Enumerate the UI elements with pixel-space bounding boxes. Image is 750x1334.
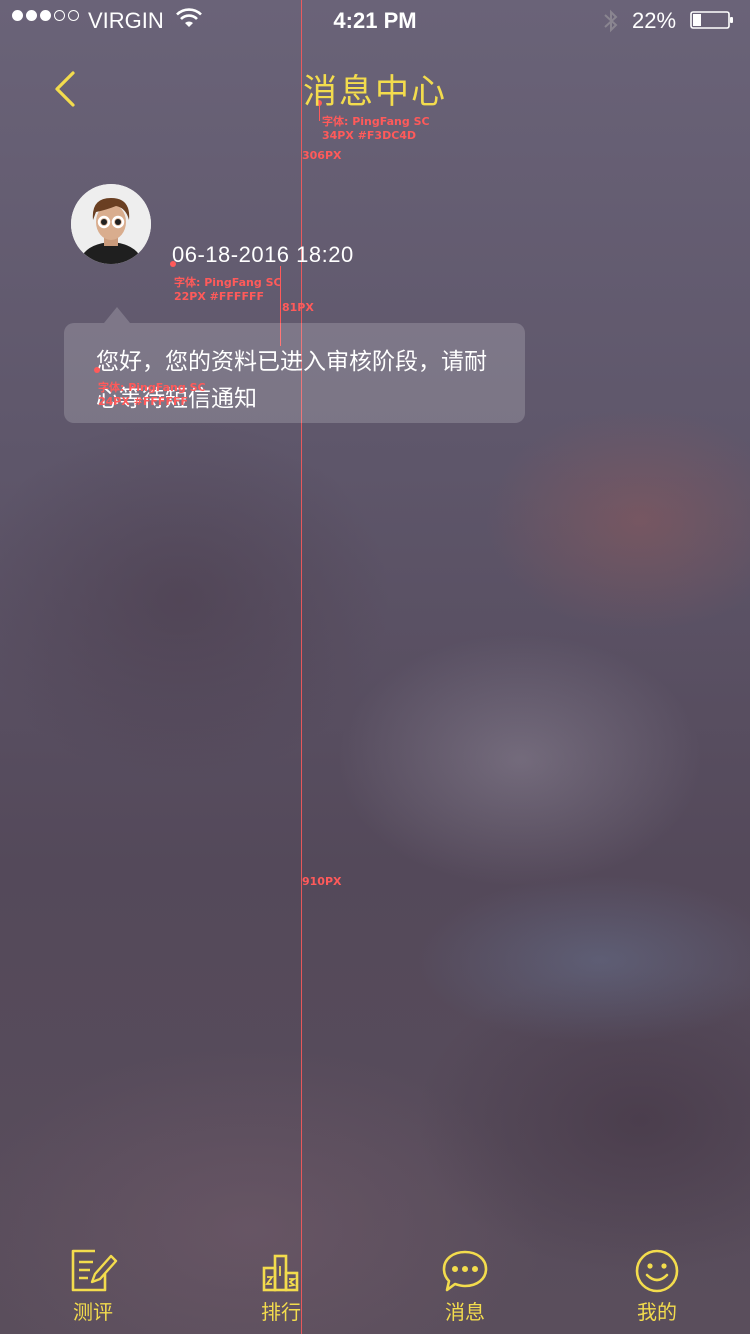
title-gap-annotation: 306PX <box>302 149 342 162</box>
battery-percentage: 22% <box>632 8 677 33</box>
tab-ranking[interactable]: 排行 <box>226 1246 336 1325</box>
annotation-marker <box>94 367 100 373</box>
text-spec-annotation: 24PX #FFFFFF <box>98 395 188 408</box>
tab-profile[interactable]: 我的 <box>602 1246 712 1325</box>
bluetooth-icon <box>604 9 618 33</box>
text-font-annotation: 字体: PingFang SC <box>98 381 206 394</box>
status-bar: VIRGIN 4:21 PM 22% <box>0 0 750 40</box>
tab-review[interactable]: 测评 <box>38 1246 148 1325</box>
time-spec-annotation: 22PX #FFFFFF <box>174 290 264 303</box>
tab-label: 排行 <box>261 1302 301 1324</box>
chat-icon <box>442 1250 488 1292</box>
height-annotation: 910PX <box>302 875 342 888</box>
avatar[interactable] <box>71 184 151 264</box>
title-font-annotation: 字体: PingFang SC <box>322 115 430 128</box>
title-spec-annotation: 34PX #F3DC4D <box>322 129 417 142</box>
ranking-icon <box>262 1254 299 1292</box>
page-title: 消息中心 <box>303 73 447 111</box>
tab-label: 消息 <box>445 1302 485 1324</box>
smiley-icon <box>635 1249 679 1293</box>
time-font-annotation: 字体: PingFang SC <box>174 276 282 289</box>
tab-bar: 测评 排行 消息 我的 <box>0 1246 750 1334</box>
tab-label: 我的 <box>637 1302 677 1324</box>
time-gap-annotation: 81PX <box>282 301 314 314</box>
message-bubble[interactable]: 您好，您的资料已进入审核阶段，请耐心等待短信通知 <box>64 307 525 423</box>
edit-icon <box>71 1249 118 1292</box>
measurement-guide-line <box>301 0 302 1334</box>
battery-icon <box>690 11 733 29</box>
tab-label: 测评 <box>73 1302 113 1324</box>
message-timestamp: 06-18-2016 18:20 <box>172 242 354 267</box>
tab-messages[interactable]: 消息 <box>410 1246 520 1325</box>
